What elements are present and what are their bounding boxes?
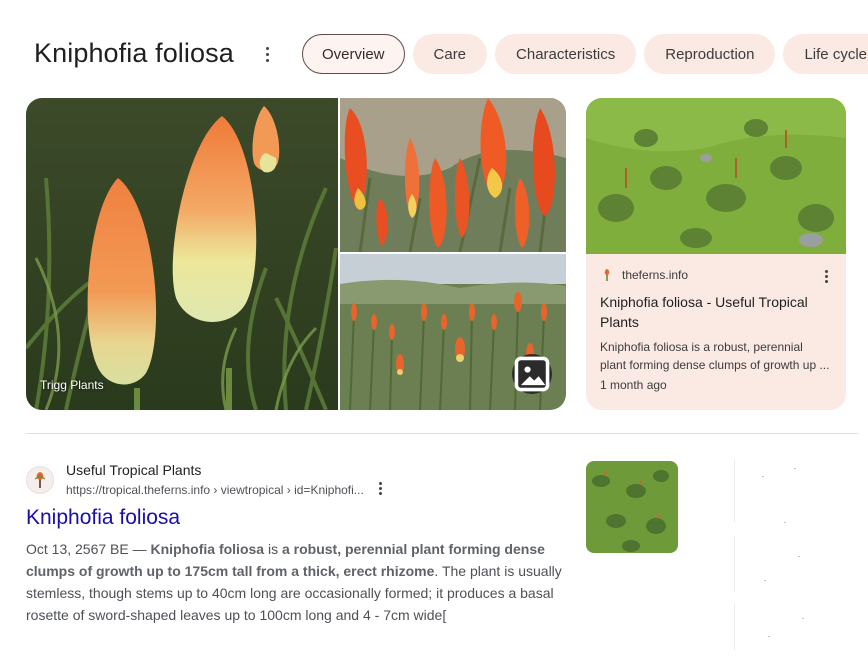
gallery-image-bottom-right[interactable]: [340, 254, 566, 410]
chip-characteristics[interactable]: Characteristics: [495, 34, 637, 74]
chip-life-cycle[interactable]: Life cycle: [783, 34, 868, 74]
section-divider: [26, 433, 858, 434]
gallery-image-top-right[interactable]: [340, 98, 566, 252]
result-site-name[interactable]: Useful Tropical Plants: [66, 462, 201, 478]
chip-reproduction[interactable]: Reproduction: [644, 34, 776, 74]
result-url[interactable]: https://tropical.theferns.info › viewtro…: [66, 483, 364, 497]
gallery-image-main[interactable]: Trigg Plants: [26, 98, 338, 410]
view-images-button[interactable]: [512, 354, 552, 394]
card-snippet: Kniphofia foliosa is a robust, perennial…: [600, 338, 832, 374]
red-hot-poker-closeup-image: [26, 98, 338, 410]
plant-favicon-icon: [34, 472, 46, 488]
result-title-link[interactable]: Kniphofia foliosa: [26, 506, 180, 530]
faded-side-content: [734, 460, 854, 650]
more-options-icon[interactable]: [260, 44, 274, 64]
snippet-text-1: is: [264, 541, 282, 557]
red-hot-poker-cluster-image: [340, 98, 566, 252]
related-result-card[interactable]: theferns.info Kniphofia foliosa - Useful…: [586, 98, 846, 410]
result-snippet: Oct 13, 2567 BE — Kniphofia foliosa is a…: [26, 538, 574, 626]
page-title: Kniphofia foliosa: [34, 38, 234, 68]
plant-field-thumbnail-image: [586, 461, 678, 553]
site-favicon-icon: [604, 269, 610, 281]
site-favicon[interactable]: [26, 466, 54, 494]
card-snippet-line-1: Kniphofia foliosa is a robust, perennial: [600, 340, 803, 354]
image-gallery: Trigg Plants: [26, 98, 566, 410]
card-more-options-icon[interactable]: [824, 270, 828, 284]
image-source-caption: Trigg Plants: [40, 378, 104, 392]
result-more-options-icon[interactable]: [378, 482, 382, 496]
knowledge-panel-header: Kniphofia foliosa Overview Care Characte…: [0, 0, 868, 100]
result-thumbnail[interactable]: [586, 461, 678, 553]
plant-field-image: [586, 98, 846, 254]
card-image: [586, 98, 846, 254]
topic-chips: Overview Care Characteristics Reproducti…: [302, 34, 868, 74]
card-source[interactable]: theferns.info: [600, 268, 688, 282]
image-icon: [514, 356, 550, 392]
result-date: Oct 13, 2567 BE: [26, 541, 129, 557]
result-dash: —: [128, 541, 151, 557]
snippet-highlight-1: Kniphofia foliosa: [150, 541, 265, 557]
card-snippet-line-2: plant forming dense clumps of growth up …: [600, 358, 830, 372]
chip-overview[interactable]: Overview: [302, 34, 405, 74]
chip-care[interactable]: Care: [412, 34, 488, 74]
card-source-name: theferns.info: [622, 268, 689, 282]
card-title[interactable]: Kniphofia foliosa - Useful Tropical Plan…: [600, 292, 830, 332]
card-timestamp: 1 month ago: [600, 378, 667, 392]
